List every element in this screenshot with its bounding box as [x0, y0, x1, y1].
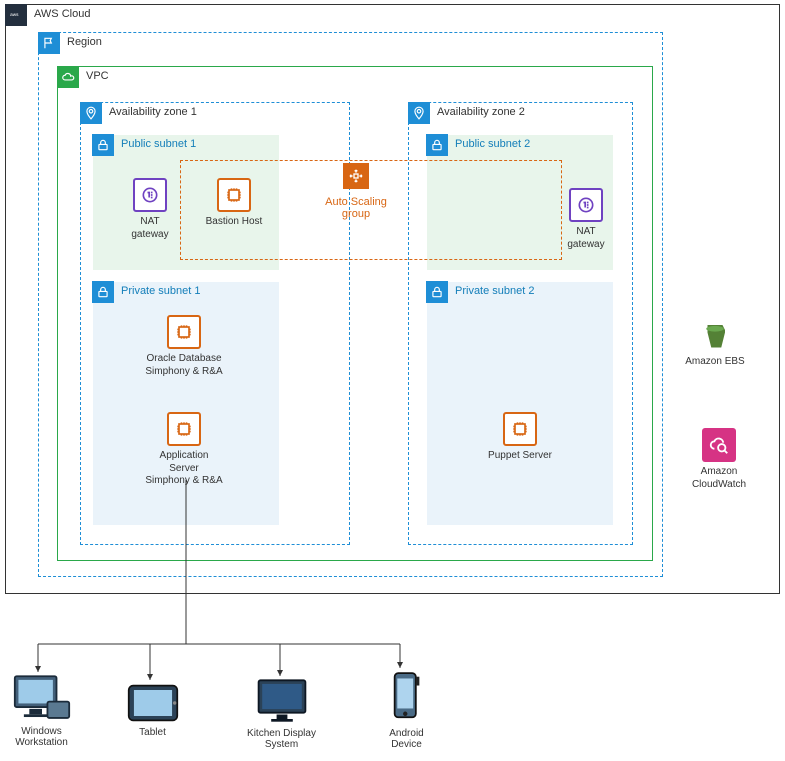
puppet-server: Puppet Server — [480, 412, 560, 463]
nat-gateway-icon — [569, 188, 603, 222]
windows-workstation-label: WindowsWorkstation — [4, 726, 79, 748]
lock-icon — [426, 281, 448, 303]
android-device: AndroidDevice — [369, 670, 444, 750]
ebs-bucket-icon — [698, 318, 732, 352]
flag-icon — [38, 32, 60, 54]
public-subnet-1-label: Public subnet 1 — [121, 138, 196, 150]
amazon-ebs-label: Amazon EBS — [675, 356, 755, 369]
region-label: Region — [67, 36, 102, 48]
aws-cloud-label: AWS Cloud — [34, 8, 90, 20]
public-subnet-2-label: Public subnet 2 — [455, 138, 530, 150]
ec2-instance-icon — [167, 412, 201, 446]
autoscale-icon — [343, 163, 369, 189]
nat-gateway-2: NATgateway — [546, 188, 626, 251]
map-pin-icon — [408, 102, 430, 124]
nat-gateway-1: NATgateway — [110, 178, 190, 241]
application-server-label: Application ServerSimphony & R&A — [144, 450, 224, 488]
aws-logo-icon: aws — [5, 4, 27, 26]
az2-label: Availability zone 2 — [437, 106, 525, 118]
amazon-ebs: Amazon EBS — [675, 318, 755, 369]
monitor-icon — [255, 678, 309, 724]
bastion-host: Bastion Host — [194, 178, 274, 229]
private-subnet-2-label: Private subnet 2 — [455, 285, 535, 297]
ec2-instance-icon — [217, 178, 251, 212]
map-pin-icon — [80, 102, 102, 124]
bastion-host-label: Bastion Host — [194, 216, 274, 229]
cloudwatch-icon — [702, 428, 736, 462]
cloud-outline-icon — [57, 66, 79, 88]
ec2-instance-icon — [503, 412, 537, 446]
private-subnet-1-label: Private subnet 1 — [121, 285, 201, 297]
nat-gateway-2-label: NATgateway — [546, 226, 626, 251]
oracle-database-label: Oracle DatabaseSimphony & R&A — [144, 353, 224, 378]
oracle-database: Oracle DatabaseSimphony & R&A — [144, 315, 224, 378]
kitchen-display-label: Kitchen DisplaySystem — [244, 728, 319, 750]
svg-text:aws: aws — [10, 12, 19, 17]
phone-icon — [392, 670, 422, 724]
android-device-label: AndroidDevice — [369, 728, 444, 750]
auto-scaling-group-label: Auto Scaling group — [316, 196, 396, 220]
vpc-label: VPC — [86, 70, 109, 82]
amazon-cloudwatch: AmazonCloudWatch — [679, 428, 759, 491]
nat-gateway-1-label: NATgateway — [110, 216, 190, 241]
application-server: Application ServerSimphony & R&A — [144, 412, 224, 488]
lock-icon — [426, 134, 448, 156]
ec2-instance-icon — [167, 315, 201, 349]
lock-icon — [92, 281, 114, 303]
amazon-cloudwatch-label: AmazonCloudWatch — [679, 466, 759, 491]
lock-icon — [92, 134, 114, 156]
tablet-label: Tablet — [115, 727, 190, 738]
tablet-device: Tablet — [115, 683, 190, 738]
az1-label: Availability zone 1 — [109, 106, 197, 118]
tablet-icon — [127, 683, 179, 723]
private-subnet-2-box: Private subnet 2 — [427, 282, 613, 525]
nat-gateway-icon — [133, 178, 167, 212]
diagram-canvas: aws AWS Cloud Region VPC Availability zo… — [0, 0, 785, 761]
monitor-icon — [13, 674, 71, 722]
windows-workstation-device: WindowsWorkstation — [4, 674, 79, 748]
puppet-server-label: Puppet Server — [480, 450, 560, 463]
kitchen-display-device: Kitchen DisplaySystem — [244, 678, 319, 750]
